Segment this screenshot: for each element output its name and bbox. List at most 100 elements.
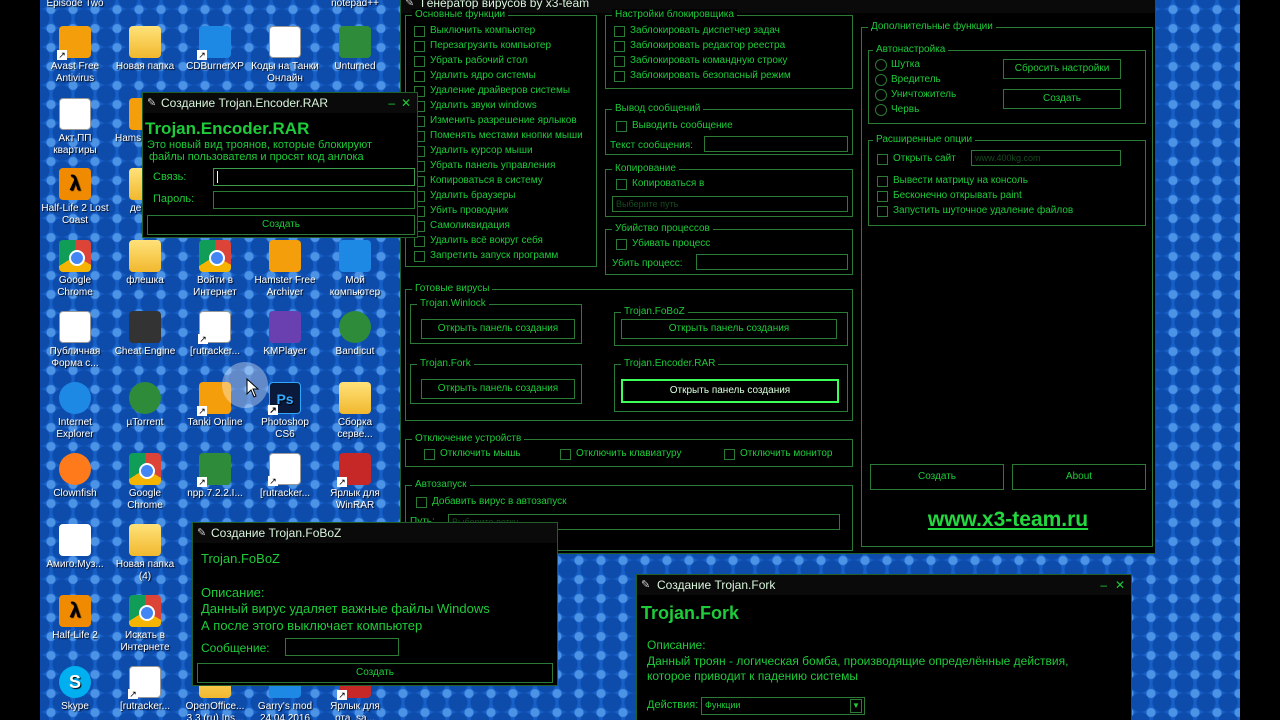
icon-label: Half-Life 2 Lost Coast bbox=[41, 203, 109, 226]
fork-actions-select[interactable]: Функции ▼ bbox=[701, 697, 865, 715]
radio-joke[interactable]: Шутка bbox=[875, 59, 920, 71]
close-button[interactable]: ✕ bbox=[1115, 575, 1125, 595]
foboz-create-button[interactable]: Создать bbox=[197, 663, 553, 683]
blocker-checkbox-0[interactable]: Заблокировать диспетчер задач bbox=[614, 25, 780, 37]
open-foboz-panel-button[interactable]: Открыть панель создания bbox=[621, 319, 837, 339]
basic-function-checkbox-4[interactable]: Удаление драйверов системы bbox=[414, 85, 570, 97]
basic-function-checkbox-0[interactable]: Выключить компьютер bbox=[414, 25, 535, 37]
basic-function-checkbox-14[interactable]: Удалить всё вокруг себя bbox=[414, 235, 543, 247]
show-message-checkbox[interactable]: Выводить сообщение bbox=[616, 120, 733, 132]
basic-function-checkbox-8[interactable]: Удалить курсор мыши bbox=[414, 145, 533, 157]
password-input[interactable] bbox=[213, 191, 415, 209]
basic-function-checkbox-2[interactable]: Убрать рабочий стол bbox=[414, 55, 527, 67]
desktop-icon-tanki-codes[interactable]: Коды на Танки Онлайн bbox=[250, 26, 320, 85]
desktop-icon-skype[interactable]: S Skype bbox=[40, 666, 110, 713]
basic-function-checkbox-10[interactable]: Копироваться в систему bbox=[414, 175, 543, 187]
desktop-icon-amigo[interactable]: Амиго.Муз... bbox=[40, 524, 110, 571]
desktop-icon-unturned[interactable]: Unturned bbox=[320, 26, 390, 73]
desktop-icon-rutracker-1[interactable]: [rutracker... bbox=[180, 311, 250, 358]
site-url-input[interactable]: www.400kg.com bbox=[971, 150, 1121, 166]
desktop-icon-notepadpp[interactable]: notepad++ bbox=[320, 0, 390, 10]
desktop-icon-hl2-lostcoast[interactable]: λ Half-Life 2 Lost Coast bbox=[40, 168, 110, 227]
desktop-icon-bandicut[interactable]: Bandicut bbox=[320, 311, 390, 358]
desktop-icon-avast[interactable]: Avast Free Antivirus bbox=[40, 26, 110, 85]
close-button[interactable]: ✕ bbox=[401, 93, 411, 113]
disable-mouse-checkbox[interactable]: Отключить мышь bbox=[424, 448, 521, 460]
matrix-console-checkbox[interactable]: Вывести матрицу на консоль bbox=[877, 175, 1028, 187]
infinite-paint-checkbox[interactable]: Бесконечно открывать paint bbox=[877, 190, 1022, 202]
basic-function-checkbox-12[interactable]: Убить проводник bbox=[414, 205, 508, 217]
copy-to-checkbox[interactable]: Копироваться в bbox=[616, 178, 704, 190]
desktop-icon-new-folder[interactable]: Новая папка bbox=[110, 26, 180, 73]
icon-label: KMPlayer bbox=[263, 346, 307, 357]
desktop-icon-npp-installer[interactable]: npp.7.2.2.I... bbox=[180, 453, 250, 500]
blocker-checkbox-2[interactable]: Заблокировать командную строку bbox=[614, 55, 787, 67]
autosetup-create-button[interactable]: Создать bbox=[1003, 89, 1121, 109]
app-icon: ✎ bbox=[641, 579, 651, 591]
basic-function-checkbox-9[interactable]: Убрать панель управления bbox=[414, 160, 555, 172]
desktop-icon-rutracker-2[interactable]: [rutracker... bbox=[250, 453, 320, 500]
desktop-icon-cdburner[interactable]: CDBurnerXP bbox=[180, 26, 250, 73]
desktop-icon-kmplayer[interactable]: KMPlayer bbox=[250, 311, 320, 358]
desktop-icon-cheat-engine[interactable]: Cheat Engine bbox=[110, 311, 180, 358]
basic-function-checkbox-7[interactable]: Поменять местами кнопки мыши bbox=[414, 130, 583, 142]
desktop-icon-clownfish[interactable]: Clownfish bbox=[40, 453, 110, 500]
radio-worm[interactable]: Червь bbox=[875, 104, 919, 116]
desktop-icon-chrome-2[interactable]: Google Chrome bbox=[110, 453, 180, 512]
open-winlock-panel-button[interactable]: Открыть панель создания bbox=[421, 319, 575, 339]
open-encoder-panel-button[interactable]: Открыть панель создания bbox=[621, 379, 839, 403]
minimize-button[interactable]: – bbox=[1100, 575, 1107, 595]
open-fork-panel-button[interactable]: Открыть панель создания bbox=[421, 379, 575, 399]
minimize-button[interactable]: – bbox=[388, 93, 395, 113]
autorun-checkbox[interactable]: Добавить вирус в автозапуск bbox=[416, 496, 566, 508]
desktop-icon-winrar[interactable]: Ярлык для WinRAR bbox=[320, 453, 390, 512]
icon-label: флешка bbox=[126, 275, 164, 286]
basic-function-checkbox-5[interactable]: Удалить звуки windows bbox=[414, 100, 537, 112]
desktop-icon-my-computer[interactable]: Мой компьютер bbox=[320, 240, 390, 299]
fake-delete-checkbox[interactable]: Запустить шуточное удаление файлов bbox=[877, 205, 1073, 217]
desktop-icon-akt[interactable]: Акт ПП квартиры bbox=[40, 98, 110, 157]
desktop-icon-utorrent[interactable]: µTorrent bbox=[110, 382, 180, 429]
desktop-icon-sborka[interactable]: Сборка серве... bbox=[320, 382, 390, 441]
encoder-create-button[interactable]: Создать bbox=[147, 215, 415, 235]
desktop-icon-public-form[interactable]: Публичная Форма с... bbox=[40, 311, 110, 370]
disable-keyboard-checkbox[interactable]: Отключить клавиатуру bbox=[560, 448, 681, 460]
open-site-checkbox[interactable]: Открыть сайт bbox=[877, 153, 956, 165]
desktop-icon-rutracker-3[interactable]: [rutracker... bbox=[110, 666, 180, 713]
basic-function-checkbox-11[interactable]: Удалить браузеры bbox=[414, 190, 515, 202]
reset-settings-button[interactable]: Сбросить настройки bbox=[1003, 59, 1121, 79]
message-text-input[interactable] bbox=[704, 136, 848, 152]
disable-monitor-checkbox[interactable]: Отключить монитор bbox=[724, 448, 832, 460]
desktop-icon-hamster[interactable]: Hamster Free Archiver bbox=[250, 240, 320, 299]
create-virus-button[interactable]: Создать bbox=[870, 464, 1004, 490]
desktop: Episode Two notepad++ Avast Free Antivir… bbox=[40, 0, 1240, 720]
basic-function-checkbox-1[interactable]: Перезагрузить компьютер bbox=[414, 40, 551, 52]
icon-label: Сборка серве... bbox=[337, 417, 373, 440]
icon-label: Unturned bbox=[334, 61, 376, 72]
x3-team-site-link[interactable]: www.x3-team.ru bbox=[862, 508, 1154, 532]
basic-function-checkbox-6[interactable]: Изменить разрешение ярлыков bbox=[414, 115, 577, 127]
blocker-checkbox-3[interactable]: Заблокировать безопасный режим bbox=[614, 70, 791, 82]
icon-label: Skype bbox=[61, 701, 89, 712]
kmplayer-icon bbox=[269, 311, 301, 343]
desktop-icon-chrome-1[interactable]: Google Chrome bbox=[40, 240, 110, 299]
kill-process-checkbox[interactable]: Убивать процесс bbox=[616, 238, 710, 250]
desktop-icon-search-web[interactable]: Искать в Интернете bbox=[110, 595, 180, 654]
blocker-checkbox-1[interactable]: Заблокировать редактор реестра bbox=[614, 40, 785, 52]
basic-function-checkbox-13[interactable]: Самоликвидация bbox=[414, 220, 510, 232]
radio-pest[interactable]: Вредитель bbox=[875, 74, 941, 86]
desktop-icon-episode-two[interactable]: Episode Two bbox=[40, 0, 110, 10]
contact-input[interactable] bbox=[213, 168, 415, 186]
basic-function-checkbox-15[interactable]: Запретить запуск программ bbox=[414, 250, 558, 262]
radio-destroyer[interactable]: Уничтожитель bbox=[875, 89, 956, 101]
desktop-icon-new-folder-4[interactable]: Новая папка (4) bbox=[110, 524, 180, 583]
foboz-message-input[interactable] bbox=[285, 638, 399, 656]
desktop-icon-hl2[interactable]: λ Half-Life 2 bbox=[40, 595, 110, 642]
about-button[interactable]: About bbox=[1012, 464, 1146, 490]
copy-path-select[interactable]: Выберите путь bbox=[612, 196, 848, 212]
desktop-icon-voyti[interactable]: Войти в Интернет bbox=[180, 240, 250, 299]
desktop-icon-ie[interactable]: Internet Explorer bbox=[40, 382, 110, 441]
kill-process-input[interactable] bbox=[696, 254, 848, 270]
basic-function-checkbox-3[interactable]: Удалить ядро системы bbox=[414, 70, 536, 82]
desktop-icon-fleshka[interactable]: флешка bbox=[110, 240, 180, 287]
